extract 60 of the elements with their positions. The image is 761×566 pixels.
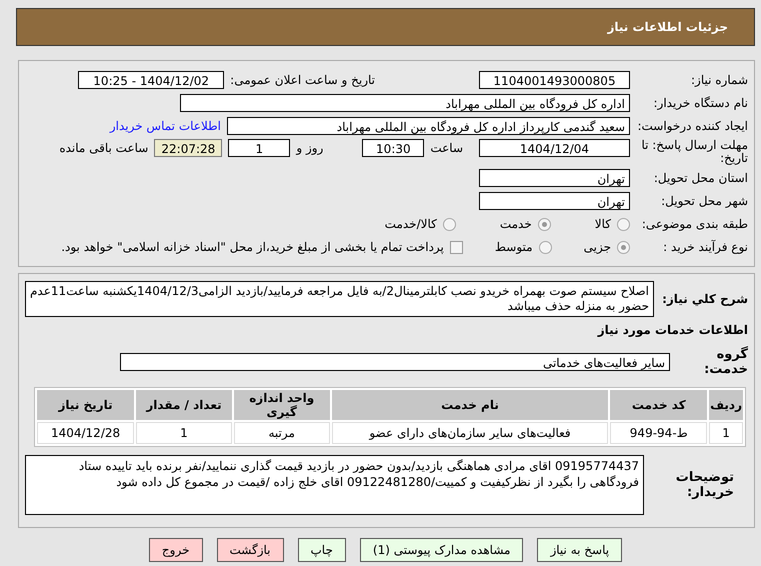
radio-button[interactable] [442,218,456,230]
radio-button[interactable] [617,218,630,230]
action-button[interactable]: خروج [148,538,202,562]
field-label: گروه خدمت: [703,347,748,377]
table-cell: 1 [136,422,232,444]
table-cell: 1404/12/28 [37,422,134,444]
column-header: تاریخ نیاز [37,390,134,420]
field-label: نوع فرآیند خرید : [662,240,748,254]
table-cell: ط-94-949 [610,422,708,444]
value-field: سایر فعالیت‌های خدماتی [120,353,670,371]
field-label: ساعت باقی مانده [59,140,148,157]
radio-button[interactable] [538,218,551,230]
value-field: تهران [479,192,630,210]
action-button[interactable]: بازگشت [216,538,284,562]
field-label: ساعت [430,140,463,157]
value-field: 1104001493000805 [479,71,630,89]
value-field: 10:30 [362,139,424,157]
option-label: جزیی [584,240,611,254]
field-label: ایجاد کننده درخواست: [636,119,748,133]
table-cell: 1 [709,422,743,444]
description-box: اصلاح سیستم صوت بهمراه خریدو نصب کابلترمینال2/به فایل مراجعه فرمایید/بازدید الزامی1404/12/3یکشنبه ساعت11عدم حضور به منزله حذف میباشد [25,281,654,317]
option-label: کالا [594,217,611,231]
value-field: سعید گندمی کارپرداز اداره کل فرودگاه بین المللی مهراباد [227,117,630,135]
radio-button[interactable] [617,240,630,254]
value-field: 1404/12/02 - 10:25 [78,71,224,89]
page-title: جزئیات اطلاعات نیاز [607,20,728,34]
field-label: روز و [296,140,324,157]
radio-button[interactable] [538,240,552,254]
field-label: نام دستگاه خریدار: [652,96,748,110]
field-label: شماره نیاز: [690,73,748,87]
option-label: کالا/خدمت [384,217,437,231]
field-label: استان محل تحویل: [652,171,748,185]
field-label: توضیحات خریدار: [674,470,735,500]
column-header: تعداد / مقدار [136,390,232,420]
value-field: 1404/12/04 [479,139,630,157]
column-header: کد خدمت [610,390,708,420]
value-field: تهران [479,169,630,187]
checkbox[interactable] [450,240,463,254]
countdown-field: 22:07:28 [154,139,222,157]
value-field: اداره کل فرودگاه بین المللی مهراباد [180,94,630,112]
action-button[interactable]: پاسخ به نیاز [537,538,622,562]
value-field: 1 [228,139,290,157]
field-label: طبقه بندی موضوعی: [640,217,748,231]
option-label: خدمت [500,217,532,231]
section-title: اطلاعات خدمات مورد نیاز [596,323,748,337]
column-header: نام خدمت [332,390,608,420]
action-button[interactable]: مشاهده مدارک پیوستی (1) [360,538,524,562]
column-header: واحد اندازه گیری [234,390,330,420]
option-label: متوسط [494,240,533,254]
notes-box: 09195774437 اقای مرادی هماهنگی بازدید/بدون حضور در بازدید قیمت گذاری ننمایید/نفر برنده باید تاییده ستاد فرودگاهی را بگیرد از نظرکیفیت و کمییت/09122481280 اقای خلج زاده /قیمت در مجموع کل داده شود [25,455,644,515]
action-button[interactable]: چاپ [298,538,346,562]
field-label: شرح کلي نياز: [661,292,748,306]
option-label: پرداخت تمام یا بخشی از مبلغ خرید،از محل "اسناد خزانه اسلامی" خواهد بود. [61,240,444,254]
field-label: شهر محل تحویل: [660,194,748,208]
column-header: ردیف [709,390,743,420]
field-label: مهلت ارسال پاسخ: تا تاریخ: [640,139,748,165]
buyer-contact-link[interactable]: اطلاعات تماس خریدار [110,119,221,133]
table-cell: فعالیت‌های سایر سازمان‌های دارای عضو [332,422,608,444]
table-cell: مرتبه [234,422,330,444]
field-label: تاریخ و ساعت اعلان عمومی: [230,73,375,87]
